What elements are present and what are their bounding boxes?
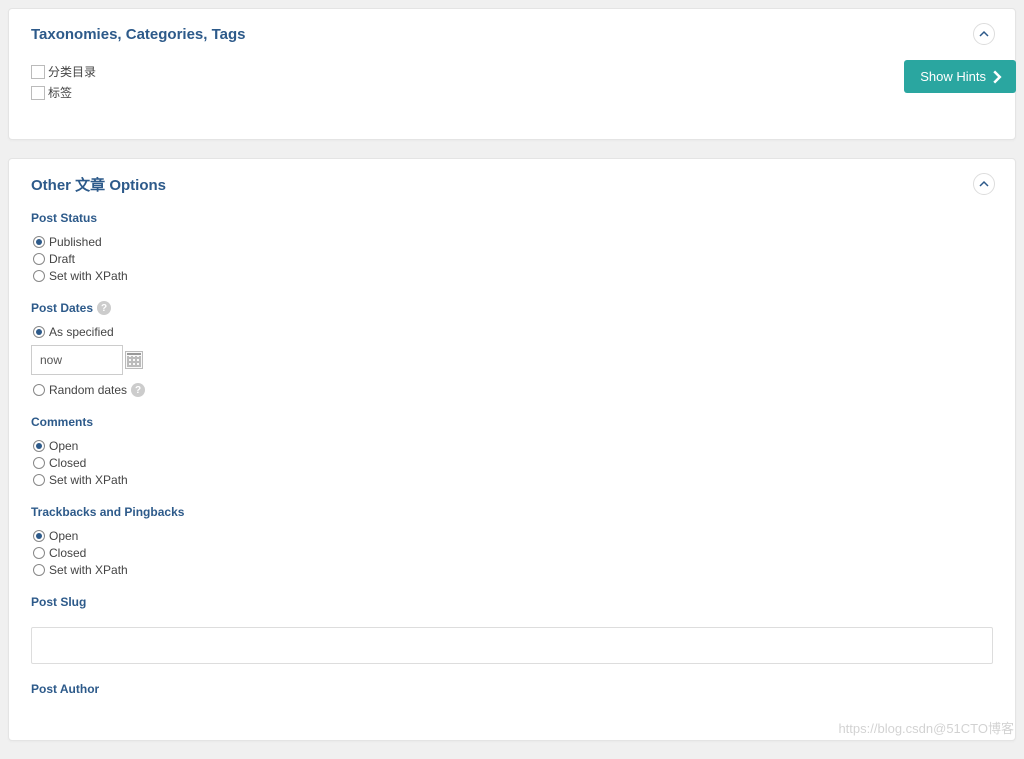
radio-label: Published [49, 235, 102, 249]
taxonomies-panel: Taxonomies, Categories, Tags 分类目录 标签 [8, 8, 1016, 140]
help-icon[interactable]: ? [97, 301, 111, 315]
other-options-panel: Other 文章 Options Post Status Published D… [8, 158, 1016, 741]
post-dates-label: Post Dates ? [31, 301, 993, 315]
checkbox-row-tags[interactable]: 标签 [31, 84, 993, 101]
radio-label: As specified [49, 325, 114, 339]
checkbox-icon [31, 65, 45, 79]
radio-icon [33, 474, 45, 486]
panel-body: 分类目录 标签 [9, 55, 1015, 139]
collapse-button[interactable] [973, 173, 995, 195]
radio-trackbacks-xpath[interactable]: Set with XPath [33, 563, 993, 577]
date-input[interactable] [31, 345, 123, 375]
post-author-label: Post Author [31, 682, 993, 696]
radio-label: Set with XPath [49, 473, 128, 487]
radio-icon [33, 253, 45, 265]
radio-comments-xpath[interactable]: Set with XPath [33, 473, 993, 487]
chevron-up-icon [979, 29, 989, 39]
radio-label: Closed [49, 456, 86, 470]
radio-label: Draft [49, 252, 75, 266]
post-slug-label: Post Slug [31, 595, 993, 609]
radio-as-specified[interactable]: As specified [33, 325, 993, 339]
chevron-up-icon [979, 179, 989, 189]
radio-label: Closed [49, 546, 86, 560]
post-slug-input[interactable] [31, 627, 993, 664]
radio-label: Open [49, 439, 78, 453]
radio-icon [33, 564, 45, 576]
checkbox-label: 分类目录 [48, 63, 96, 80]
collapse-button[interactable] [973, 23, 995, 45]
radio-xpath-status[interactable]: Set with XPath [33, 269, 993, 283]
radio-published[interactable]: Published [33, 235, 993, 249]
radio-trackbacks-closed[interactable]: Closed [33, 546, 993, 560]
show-hints-button[interactable]: Show Hints [904, 60, 1016, 93]
radio-label: Set with XPath [49, 563, 128, 577]
radio-icon [33, 457, 45, 469]
radio-icon [33, 384, 45, 396]
help-icon[interactable]: ? [131, 383, 145, 397]
chevron-right-icon [990, 70, 1004, 84]
radio-label: Set with XPath [49, 269, 128, 283]
panel-title: Other 文章 Options [31, 174, 166, 195]
radio-comments-open[interactable]: Open [33, 439, 993, 453]
radio-random-dates[interactable]: Random dates ? [33, 383, 993, 397]
panel-header: Taxonomies, Categories, Tags [9, 9, 1015, 55]
checkbox-label: 标签 [48, 84, 72, 101]
date-input-group [31, 345, 993, 375]
radio-trackbacks-open[interactable]: Open [33, 529, 993, 543]
post-status-label: Post Status [31, 211, 993, 225]
panel-header: Other 文章 Options [9, 159, 1015, 205]
trackbacks-label: Trackbacks and Pingbacks [31, 505, 993, 519]
radio-icon [33, 547, 45, 559]
radio-icon [33, 440, 45, 452]
comments-label: Comments [31, 415, 993, 429]
show-hints-label: Show Hints [920, 69, 986, 84]
calendar-icon[interactable] [125, 351, 143, 369]
panel-body: Post Status Published Draft Set with XPa… [9, 205, 1015, 740]
radio-label: Random dates [49, 383, 127, 397]
checkbox-icon [31, 86, 45, 100]
panel-title: Taxonomies, Categories, Tags [31, 26, 246, 43]
radio-draft[interactable]: Draft [33, 252, 993, 266]
radio-comments-closed[interactable]: Closed [33, 456, 993, 470]
checkbox-row-categories[interactable]: 分类目录 [31, 63, 993, 80]
radio-icon [33, 236, 45, 248]
radio-icon [33, 326, 45, 338]
post-dates-text: Post Dates [31, 301, 93, 315]
radio-icon [33, 530, 45, 542]
radio-label: Open [49, 529, 78, 543]
radio-icon [33, 270, 45, 282]
